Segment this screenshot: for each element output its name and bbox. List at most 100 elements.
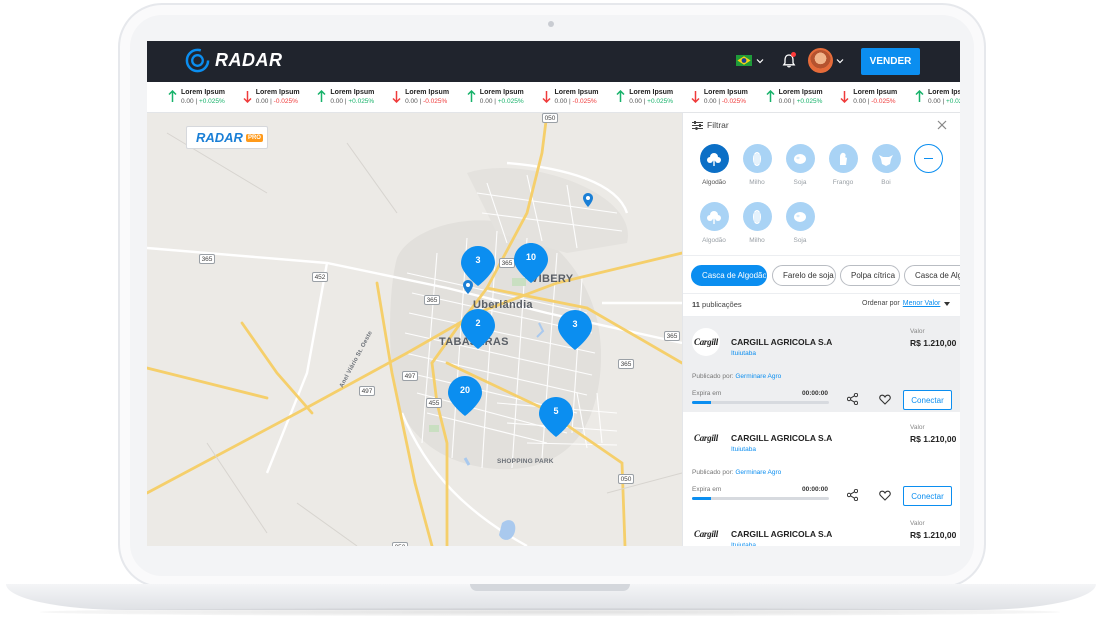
category-icon-circle	[871, 144, 901, 173]
share-icon[interactable]	[847, 393, 858, 405]
ticker-item[interactable]: Lorem Ipsum 0.00 | +0.025%	[467, 88, 524, 107]
pro-badge: PRO	[245, 133, 263, 142]
filter-chip[interactable]: Polpa cítrica	[840, 265, 900, 286]
category-milho-button[interactable]: Milho	[742, 144, 772, 186]
ticker-value: 0.00	[405, 98, 418, 105]
category-milho-button[interactable]: Milho	[742, 202, 772, 244]
ticker-item[interactable]: Lorem Ipsum 0.00 | -0.025%	[392, 88, 449, 107]
category-icon-circle	[828, 144, 858, 173]
publisher-link[interactable]: Germinare Agro	[735, 373, 781, 380]
map-cluster-marker[interactable]: 2	[461, 309, 495, 349]
arrow-up-icon	[168, 90, 177, 102]
cluster-count: 10	[525, 252, 536, 262]
expires-label: Expira em	[692, 390, 722, 397]
ticker-values: 0.00 | +0.025%	[330, 98, 375, 105]
road-shield: 455	[426, 398, 442, 408]
ticker-item[interactable]: Lorem Ipsum0.00 | +0.025%	[616, 88, 673, 107]
heart-icon[interactable]	[879, 394, 891, 405]
company-city[interactable]: Ituiutaba	[731, 446, 756, 453]
category-soja-button[interactable]: Soja	[785, 202, 815, 244]
laptop-mockup: RADAR VENDER Lorem Ipsum 0.00 | +0.025% …	[0, 0, 1100, 620]
avatar[interactable]	[808, 48, 833, 73]
ticker-text: Lorem Ipsum 0.00 | +0.025%	[779, 88, 823, 107]
ticker-name: Lorem Ipsum	[479, 89, 524, 96]
ticker-text: Lorem Ipsum 0.00 | +0.025%	[480, 88, 524, 107]
category-label: Algodão	[702, 179, 726, 186]
arrow-up-icon	[616, 90, 625, 102]
category-boi-button[interactable]: Boi	[871, 144, 901, 186]
value-label: Valor	[910, 328, 925, 335]
filter-toggle[interactable]: Filtrar	[692, 120, 729, 130]
connect-button[interactable]: Conectar	[903, 486, 952, 506]
category-label: Frango	[832, 179, 854, 186]
share-icon[interactable]	[847, 489, 858, 501]
category-soja-button[interactable]: Soja	[785, 144, 815, 186]
arrow-up-icon	[317, 90, 326, 102]
map-pin-icon[interactable]	[583, 193, 593, 207]
sliders-icon	[692, 120, 703, 130]
filter-chip[interactable]: Casca de Algodão	[691, 265, 767, 286]
publisher-link[interactable]: Germinare Agro	[735, 469, 781, 476]
sort-value-link[interactable]: Menor Valor	[903, 300, 941, 307]
laptop-shadow	[40, 608, 1060, 616]
company-city[interactable]: Ituiutaba	[731, 350, 756, 357]
expires-label: Expira em	[692, 486, 722, 493]
collapse-categories-button[interactable]	[914, 144, 943, 173]
sell-button[interactable]: VENDER	[861, 48, 920, 75]
company-city[interactable]: Ituiutaba	[731, 542, 756, 546]
ticker-item[interactable]: Lorem Ipsum 0.00 | -0.025%	[840, 88, 897, 107]
arrow-down-icon	[691, 91, 700, 103]
category-icon-circle	[699, 144, 729, 173]
ticker-item[interactable]: Lorem Ipsum0.00 | +0.025%	[168, 88, 225, 107]
category-label: Milho	[749, 179, 765, 186]
road-shield: 365	[499, 258, 515, 268]
listing-card[interactable]: Cargill CARGILL AGRICOLA S.A Ituiutaba Valo…	[683, 413, 960, 508]
arrow-down-icon	[840, 91, 849, 103]
filter-chip[interactable]: Casca de Algodão	[904, 265, 960, 286]
map-cluster-marker[interactable]: 10	[514, 243, 548, 283]
pro-brand-label: RADAR	[196, 130, 243, 145]
ticker-text: Lorem Ipsum 0.00 | -0.025%	[704, 88, 748, 107]
laptop-notch	[470, 584, 630, 591]
road-shield: 452	[312, 272, 328, 282]
brand-logo[interactable]: RADAR	[185, 48, 283, 73]
ticker-item[interactable]: Lorem Ipsum0.00 | +0.025%	[766, 88, 823, 107]
ticker-item[interactable]: Lorem Ipsum0.00 | +0.025%	[915, 88, 960, 107]
ticker-values: 0.00 | +0.025%	[479, 98, 524, 105]
category-algodao-button[interactable]: Algodão	[699, 144, 729, 186]
ticker-name: Lorem Ipsum	[778, 89, 823, 96]
radar-pro-dropdown[interactable]: RADAR PRO	[186, 126, 268, 149]
category-algodao-button[interactable]: Algodão	[699, 202, 729, 244]
brand-name: RADAR	[215, 50, 283, 70]
chevron-down-icon[interactable]	[836, 57, 844, 65]
language-selector[interactable]	[736, 55, 764, 66]
ticker-item[interactable]: Lorem Ipsum 0.00 | -0.025%	[243, 88, 300, 107]
company-logo-text: Cargill	[694, 433, 718, 443]
ticker-item[interactable]: Lorem Ipsum 0.00 | -0.025%	[541, 88, 598, 107]
arrow-down-icon	[392, 91, 401, 103]
connect-button[interactable]: Conectar	[903, 390, 952, 410]
heart-icon[interactable]	[879, 490, 891, 501]
ticker-text: Lorem Ipsum 0.00 | +0.025%	[181, 88, 225, 107]
sort-control: Ordenar por Menor Valor	[862, 300, 951, 307]
filter-chip[interactable]: Farelo de soja	[772, 265, 836, 286]
map-cluster-marker[interactable]: 3	[461, 246, 495, 286]
ticker-value: 0.00	[255, 98, 269, 105]
map-view[interactable]: RADAR PRO Uberlândia TABAJARAS VIBERY SH…	[147, 113, 682, 546]
listing-card[interactable]: Cargill CARGILL AGRICOLA S.A Ituiutaba Valo…	[683, 317, 960, 412]
map-cluster-marker[interactable]: 3	[558, 310, 592, 350]
category-label: Soja	[793, 237, 807, 244]
caret-down-icon[interactable]	[944, 301, 951, 306]
ticker-value: 0.00	[853, 98, 866, 105]
close-icon[interactable]	[937, 120, 947, 130]
listing-card[interactable]: Cargill CARGILL AGRICOLA S.A Ituiutaba Valo…	[683, 509, 960, 546]
ticker-item[interactable]: Lorem Ipsum0.00 | +0.025%	[317, 88, 374, 107]
ticker-name: Lorem Ipsum	[928, 89, 960, 96]
category-frango-button[interactable]: Frango	[828, 144, 858, 186]
map-cluster-marker[interactable]: 5	[539, 397, 573, 437]
ticker-values: 0.00 | +0.025%	[629, 98, 673, 105]
arrow-down-icon	[541, 91, 551, 103]
road-shield: 365	[199, 254, 215, 264]
ticker-item[interactable]: Lorem Ipsum 0.00 | -0.025%	[691, 88, 748, 107]
map-cluster-marker[interactable]: 20	[448, 376, 482, 416]
